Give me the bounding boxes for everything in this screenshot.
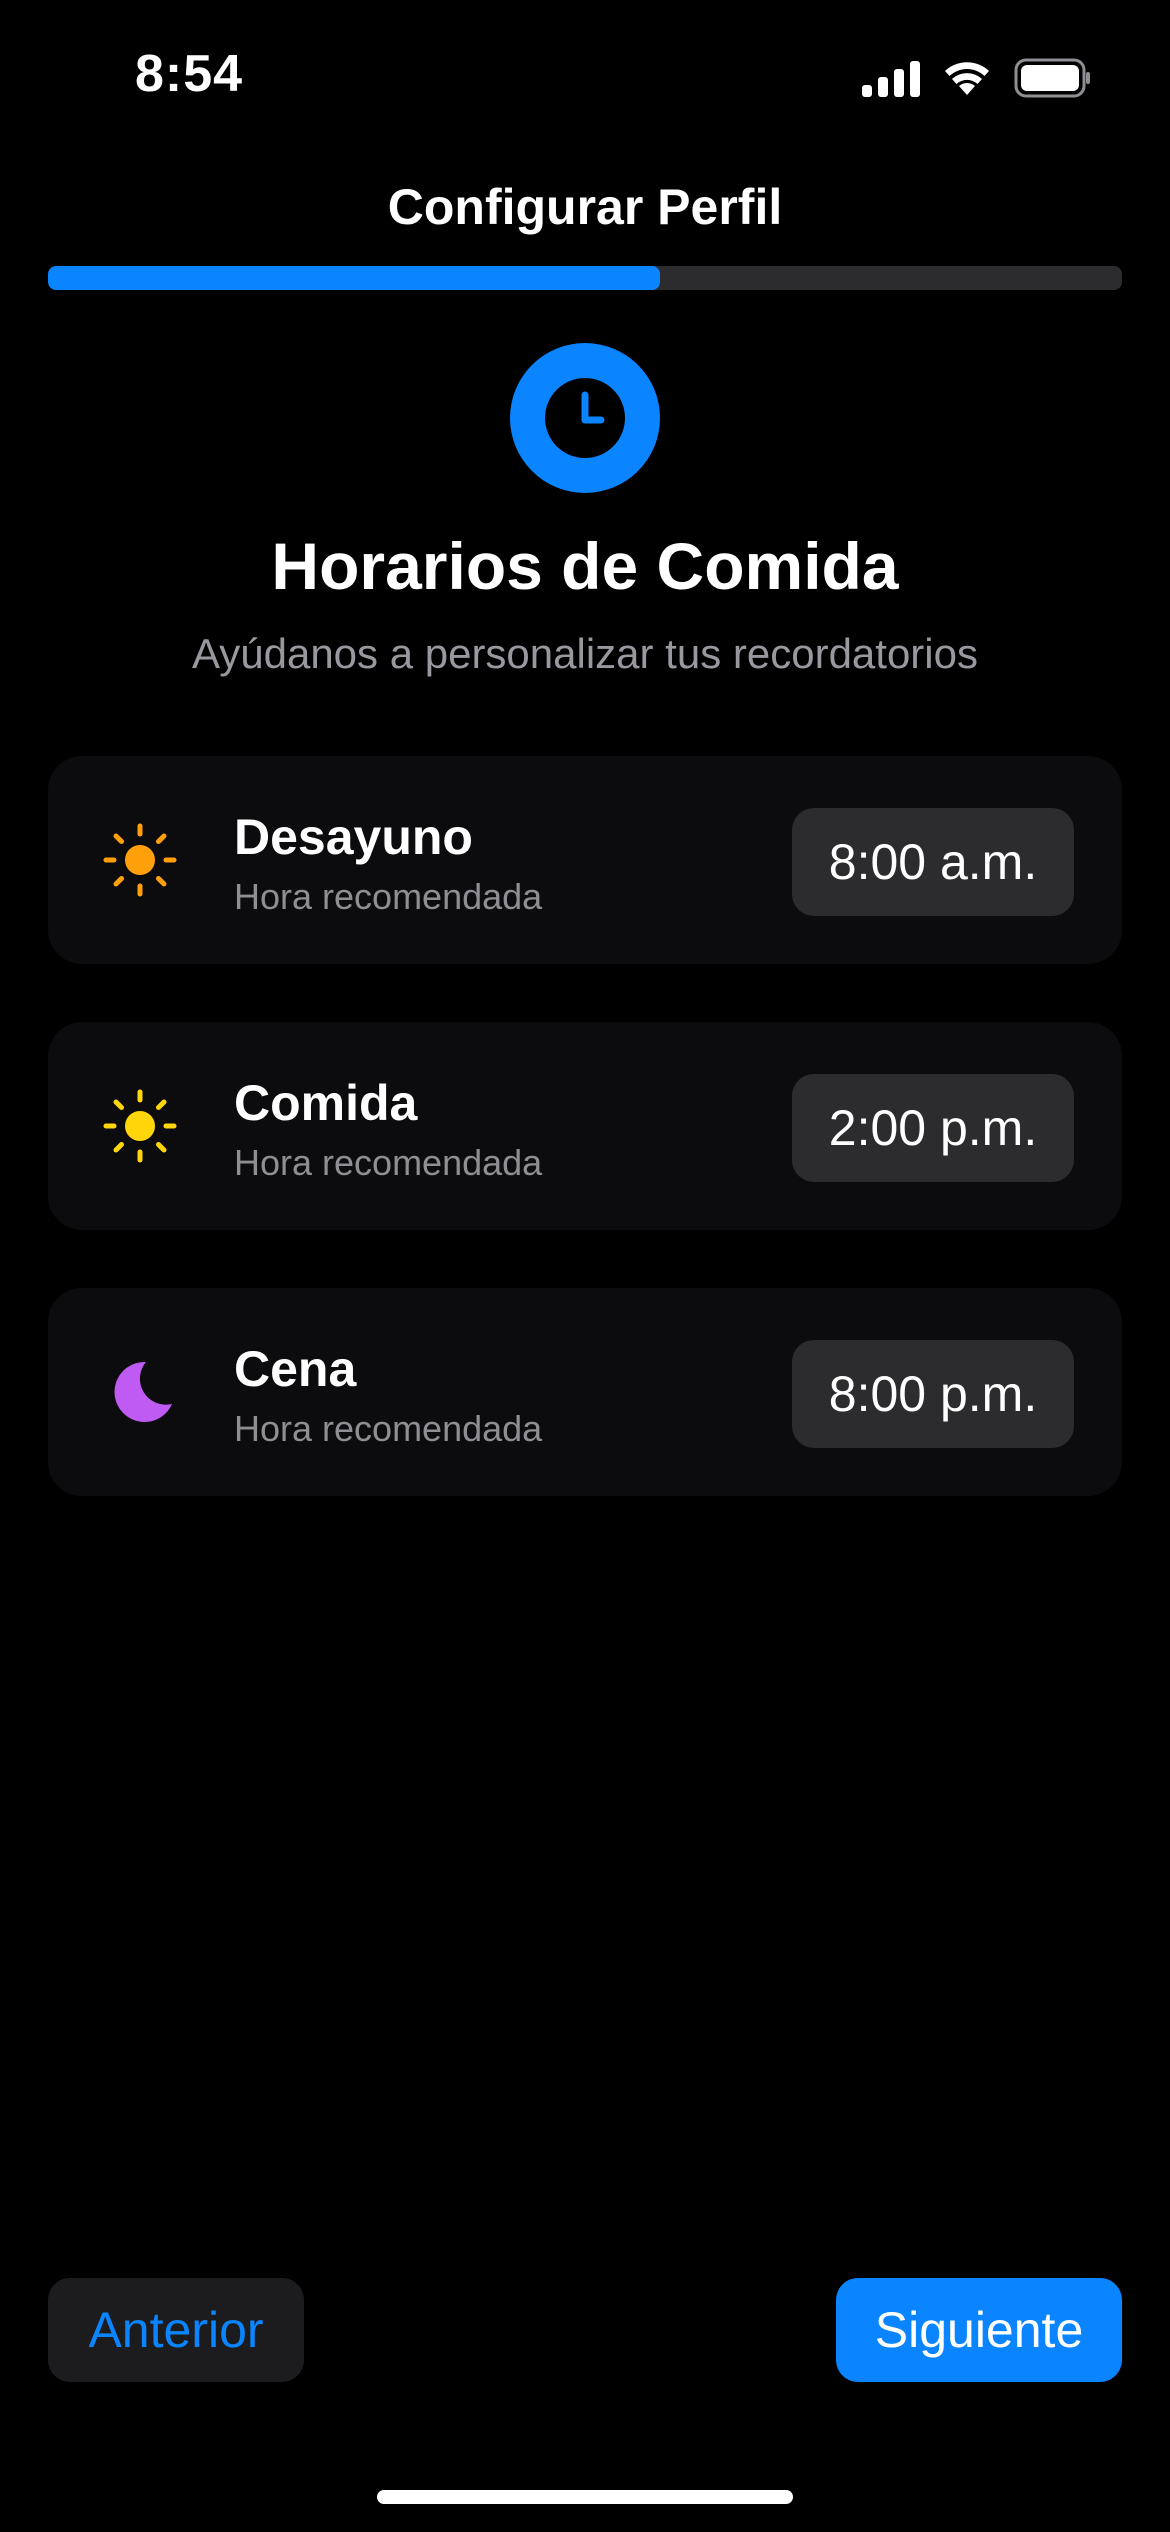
battery-full-icon	[1014, 58, 1092, 98]
profile-setup-screen: 8:54 Configurar Perfil Horarios de Comid…	[0, 0, 1170, 2532]
meal-card-dinner: Cena Hora recomendada 8:00 p.m.	[48, 1288, 1122, 1496]
meal-hint: Hora recomendada	[234, 876, 543, 917]
meal-name: Cena	[234, 1341, 357, 1397]
meal-name: Desayuno	[234, 809, 473, 865]
cellular-signal-icon	[862, 59, 920, 97]
meal-card-breakfast: Desayuno Hora recomendada 8:00 a.m.	[48, 756, 1122, 964]
home-indicator[interactable]	[377, 2490, 793, 2504]
page-title: Horarios de Comida	[271, 529, 899, 603]
progress-fill	[48, 266, 661, 290]
sun-icon	[100, 820, 180, 900]
breakfast-time-picker[interactable]: 8:00 a.m.	[792, 808, 1074, 916]
status-icons	[862, 56, 1092, 100]
moon-icon	[100, 1352, 180, 1432]
sun-icon	[100, 1086, 180, 1166]
meal-card-lunch: Comida Hora recomendada 2:00 p.m.	[48, 1022, 1122, 1230]
meal-hint: Hora recomendada	[234, 1142, 543, 1183]
progress-bar	[48, 266, 1122, 290]
page-subtitle: Ayúdanos a personalizar tus recordatorio…	[191, 630, 978, 677]
dinner-time-picker[interactable]: 8:00 p.m.	[792, 1340, 1074, 1448]
wifi-icon	[942, 59, 992, 97]
status-time: 8:54	[135, 45, 244, 103]
meal-hint: Hora recomendada	[234, 1408, 543, 1449]
clock-icon	[510, 343, 660, 493]
status-bar: 8:54	[0, 0, 1170, 150]
meal-name: Comida	[234, 1075, 418, 1131]
next-button[interactable]: Siguiente	[836, 2278, 1122, 2382]
previous-button[interactable]: Anterior	[48, 2278, 304, 2382]
nav-title: Configurar Perfil	[387, 179, 783, 235]
lunch-time-picker[interactable]: 2:00 p.m.	[792, 1074, 1074, 1182]
